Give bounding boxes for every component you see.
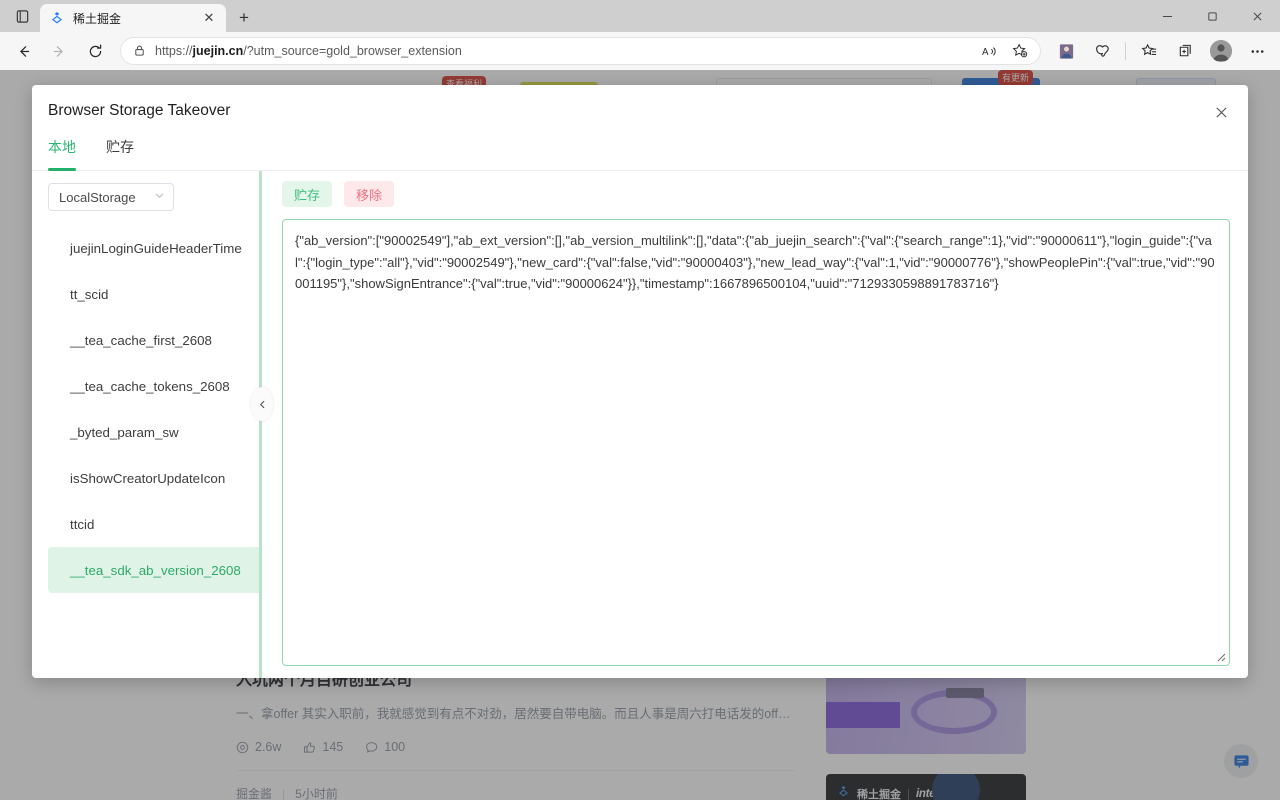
new-tab-button[interactable]: + xyxy=(230,4,258,32)
storage-type-select[interactable]: LocalStorage xyxy=(48,183,174,211)
list-item[interactable]: __tea_cache_tokens_2608 xyxy=(48,363,262,409)
list-item[interactable]: isShowCreatorUpdateIcon xyxy=(48,455,262,501)
dialog-close-icon[interactable] xyxy=(1208,99,1234,125)
omnibox-actions: A xyxy=(976,39,1034,63)
address-bar[interactable]: https://juejin.cn/?utm_source=gold_brows… xyxy=(120,37,1041,65)
dialog-header: Browser Storage Takeover xyxy=(32,85,1248,137)
dialog-title: Browser Storage Takeover xyxy=(48,102,231,119)
collections-icon[interactable] xyxy=(1085,36,1119,66)
tab-local[interactable]: 本地 xyxy=(48,137,76,171)
reload-icon[interactable] xyxy=(78,36,112,66)
panel-divider xyxy=(259,171,262,678)
url-text: https://juejin.cn/?utm_source=gold_brows… xyxy=(155,44,462,58)
tab-strip: 稀土掘金 ✕ + xyxy=(0,0,1145,32)
storage-key-list: juejinLoginGuideHeaderTime tt_scid __tea… xyxy=(48,225,262,593)
chevron-down-icon xyxy=(154,190,165,204)
dialog-tabs: 本地 贮存 xyxy=(32,137,1248,171)
tab-search-icon[interactable] xyxy=(4,0,40,32)
favorites-list-icon[interactable] xyxy=(1132,36,1166,66)
storage-type-value: LocalStorage xyxy=(59,189,136,205)
list-item[interactable]: tt_scid xyxy=(48,271,262,317)
read-aloud-icon[interactable]: A xyxy=(976,39,1004,63)
list-item[interactable]: __tea_cache_first_2608 xyxy=(48,317,262,363)
dialog-body: LocalStorage juejinLoginGuideHeaderTime … xyxy=(32,171,1248,678)
storage-value-panel: 贮存 移除 {"ab_version":["90002549"],"ab_ext… xyxy=(262,171,1248,678)
tab-storage[interactable]: 贮存 xyxy=(106,137,134,170)
browser-tab[interactable]: 稀土掘金 ✕ xyxy=(40,4,226,32)
profile-avatar[interactable] xyxy=(1204,36,1238,66)
storage-value-textarea[interactable]: {"ab_version":["90002549"],"ab_ext_versi… xyxy=(282,219,1230,666)
list-item-selected[interactable]: __tea_sdk_ab_version_2608 xyxy=(48,547,262,593)
avatar xyxy=(1210,40,1232,62)
browser-window: 稀土掘金 ✕ + https://juejin.cn/?utm_source=g… xyxy=(0,0,1280,800)
collapse-sidebar-icon[interactable] xyxy=(251,387,273,421)
extension-juejin-icon[interactable] xyxy=(1049,36,1083,66)
list-item[interactable]: juejinLoginGuideHeaderTime xyxy=(48,225,262,271)
forward-icon xyxy=(42,36,76,66)
back-icon[interactable] xyxy=(6,36,40,66)
remove-button[interactable]: 移除 xyxy=(344,181,395,207)
juejin-logo-icon xyxy=(49,10,65,26)
toolbar-divider xyxy=(1125,42,1126,60)
tab-close-icon[interactable]: ✕ xyxy=(201,10,217,26)
minimize-button[interactable] xyxy=(1145,0,1190,32)
tab-title: 稀土掘金 xyxy=(73,11,122,26)
svg-text:A: A xyxy=(982,47,989,58)
storage-takeover-dialog: Browser Storage Takeover 本地 贮存 LocalStor… xyxy=(32,85,1248,678)
value-actions: 贮存 移除 xyxy=(282,181,1230,207)
storage-key-panel: LocalStorage juejinLoginGuideHeaderTime … xyxy=(32,171,273,678)
list-item[interactable]: _byted_param_sw xyxy=(48,409,262,455)
browser-essentials-icon[interactable] xyxy=(1168,36,1202,66)
list-item[interactable]: ttcid xyxy=(48,501,262,547)
save-button[interactable]: 贮存 xyxy=(282,181,333,207)
add-favorite-icon[interactable] xyxy=(1006,39,1034,63)
window-close-button[interactable] xyxy=(1235,0,1280,32)
window-controls xyxy=(1145,0,1280,32)
settings-more-icon[interactable] xyxy=(1240,36,1274,66)
lock-icon xyxy=(133,44,147,58)
browser-titlebar: 稀土掘金 ✕ + xyxy=(0,0,1280,32)
browser-toolbar: https://juejin.cn/?utm_source=gold_brows… xyxy=(0,32,1280,70)
maximize-button[interactable] xyxy=(1190,0,1235,32)
